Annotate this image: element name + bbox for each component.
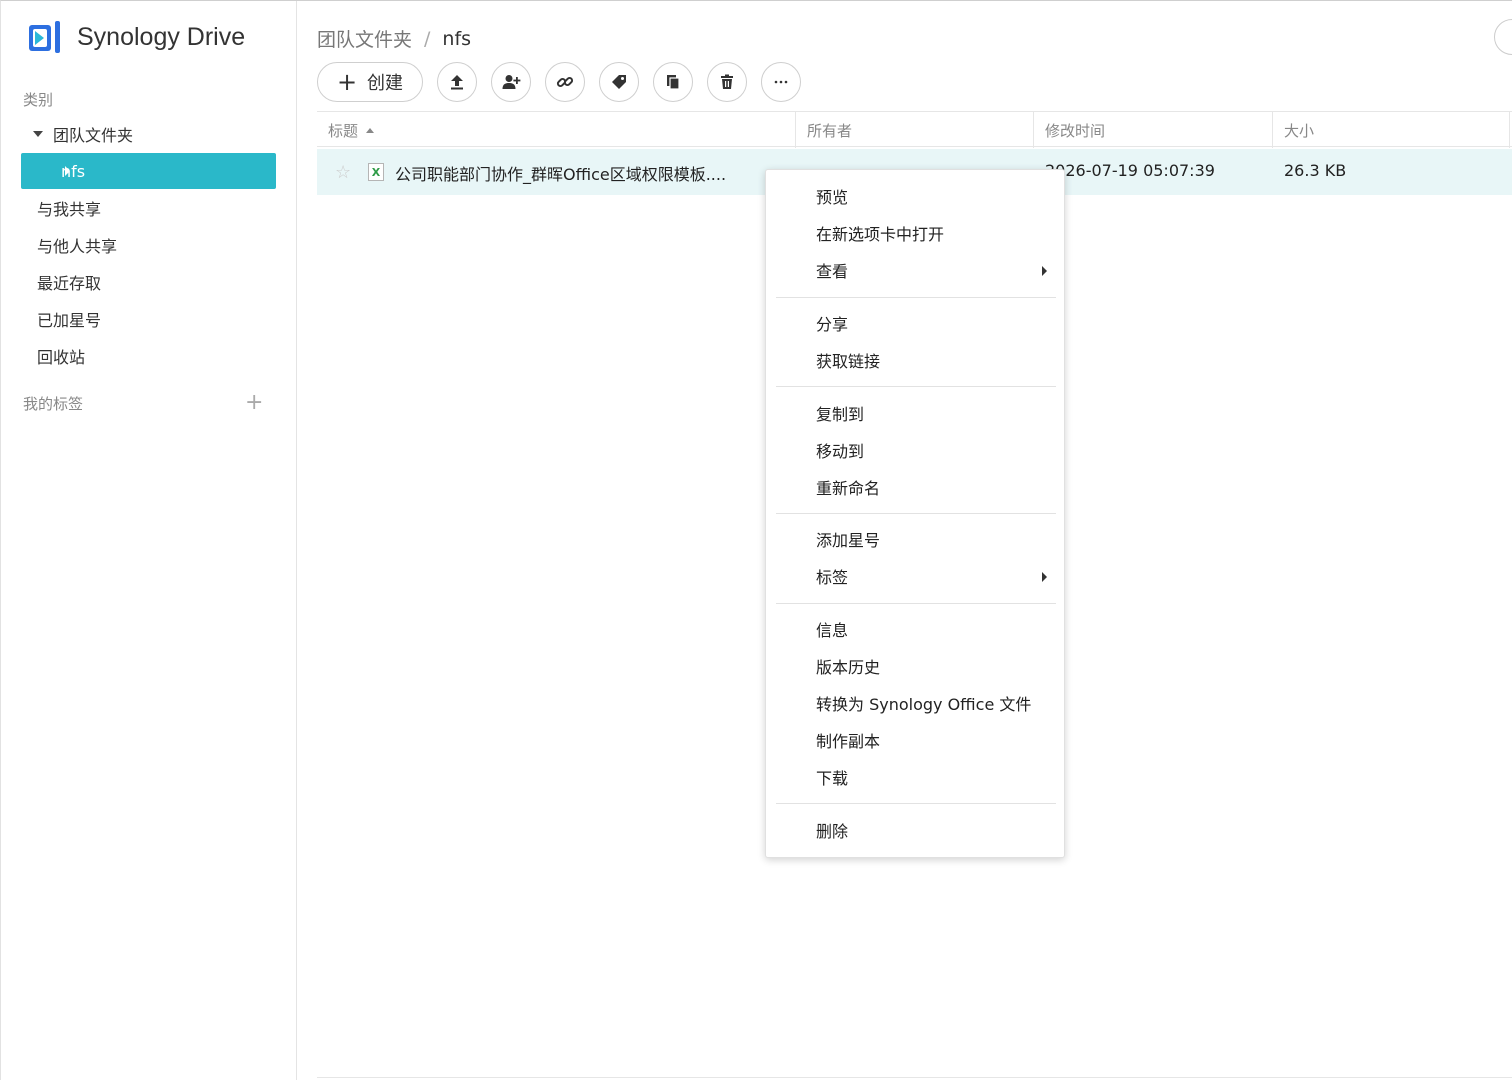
add-tag-button[interactable]: + xyxy=(245,392,263,414)
menu-item-add-star[interactable]: 添加星号 xyxy=(816,525,880,553)
tag-button[interactable] xyxy=(599,62,639,102)
tag-icon xyxy=(612,75,626,89)
sidebar-item-team-folder[interactable]: 团队文件夹 xyxy=(21,116,276,152)
create-button[interactable]: + 创建 xyxy=(317,62,423,102)
menu-divider xyxy=(776,297,1056,298)
sidebar-item-recycle-bin[interactable]: 回收站 xyxy=(21,338,276,374)
sidebar-item-recent[interactable]: 最近存取 xyxy=(21,264,276,300)
sidebar-item-label: 与我共享 xyxy=(37,200,102,219)
synology-drive-logo-icon xyxy=(25,19,65,55)
menu-item-download[interactable]: 下载 xyxy=(816,763,848,791)
expand-caret-icon[interactable] xyxy=(33,131,43,137)
submenu-arrow-icon xyxy=(1042,266,1047,276)
menu-item-labels[interactable]: 标签 xyxy=(816,562,848,590)
menu-divider xyxy=(776,603,1056,604)
add-user-icon xyxy=(502,75,521,89)
sidebar-item-shared-with-others[interactable]: 与他人共享 xyxy=(21,227,276,263)
category-label: 类别 xyxy=(23,91,54,109)
column-header-modified[interactable]: 修改时间 xyxy=(1034,112,1273,148)
column-header-title[interactable]: 标题 xyxy=(317,112,796,148)
sidebar-item-label: 最近存取 xyxy=(37,274,102,293)
breadcrumb: 团队文件夹 / nfs xyxy=(317,25,471,52)
file-size: 26.3 KB xyxy=(1284,161,1347,180)
table-bottom-divider xyxy=(317,1077,1512,1078)
column-header-owner[interactable]: 所有者 xyxy=(796,112,1034,148)
toolbar: + 创建 xyxy=(317,62,815,102)
menu-item-make-copy[interactable]: 制作副本 xyxy=(816,726,880,754)
excel-file-icon: X xyxy=(368,163,384,181)
breadcrumb-current: nfs xyxy=(442,27,472,50)
breadcrumb-parent[interactable]: 团队文件夹 xyxy=(317,25,412,52)
upload-button[interactable] xyxy=(437,62,477,102)
menu-item-get-link[interactable]: 获取链接 xyxy=(816,346,880,374)
sidebar-item-label: 已加星号 xyxy=(37,311,102,330)
more-actions-button[interactable] xyxy=(761,62,801,102)
submenu-arrow-icon xyxy=(1042,572,1047,582)
file-modified: 2026-07-19 05:07:39 xyxy=(1045,161,1215,180)
sidebar-item-label: 与他人共享 xyxy=(37,237,118,256)
file-name: 公司职能部门协作_群晖Office区域权限模板.... xyxy=(395,165,727,184)
sidebar-item-nfs[interactable]: nfs xyxy=(21,153,276,189)
menu-item-info[interactable]: 信息 xyxy=(816,615,848,643)
menu-item-open-new-tab[interactable]: 在新选项卡中打开 xyxy=(816,219,944,247)
menu-item-convert-office[interactable]: 转换为 Synology Office 文件 xyxy=(816,689,1031,717)
menu-item-view[interactable]: 查看 xyxy=(816,256,848,284)
get-link-button[interactable] xyxy=(545,62,585,102)
sidebar-item-starred[interactable]: 已加星号 xyxy=(21,301,276,337)
upload-icon xyxy=(451,75,463,90)
context-menu: 预览 在新选项卡中打开 查看 分享 获取链接 复制到 移动到 重新命名 添加星号… xyxy=(765,169,1065,858)
sidebar-item-label: 团队文件夹 xyxy=(53,126,134,145)
column-label: 修改时间 xyxy=(1045,121,1106,140)
sidebar-item-label: 回收站 xyxy=(37,348,86,367)
link-icon xyxy=(556,76,574,88)
app-window: Synology Drive 类别 团队文件夹 nfs 与我共享 与他人共享 最… xyxy=(0,0,1512,1080)
brand: Synology Drive xyxy=(25,19,245,55)
trash-icon xyxy=(721,74,733,89)
sort-ascending-icon xyxy=(366,127,375,133)
create-label: 创建 xyxy=(367,73,404,94)
menu-divider xyxy=(776,513,1056,514)
share-user-button[interactable] xyxy=(491,62,531,102)
menu-divider xyxy=(776,386,1056,387)
user-avatar-button[interactable] xyxy=(1494,19,1512,55)
menu-item-copy-to[interactable]: 复制到 xyxy=(816,399,864,427)
more-horizontal-icon xyxy=(774,80,788,84)
app-name: Synology Drive xyxy=(77,22,246,51)
menu-item-share[interactable]: 分享 xyxy=(816,309,848,337)
star-icon[interactable]: ☆ xyxy=(335,162,351,183)
column-label: 所有者 xyxy=(807,121,853,140)
menu-item-move-to[interactable]: 移动到 xyxy=(816,436,864,464)
table-header: 标题 所有者 修改时间 大小 xyxy=(317,111,1512,148)
menu-item-version-history[interactable]: 版本历史 xyxy=(816,652,880,680)
sidebar: Synology Drive 类别 团队文件夹 nfs 与我共享 与他人共享 最… xyxy=(1,1,297,1080)
breadcrumb-separator: / xyxy=(424,27,431,50)
sidebar-item-shared-with-me[interactable]: 与我共享 xyxy=(21,190,276,226)
copy-button[interactable] xyxy=(653,62,693,102)
copy-icon xyxy=(667,75,680,90)
menu-item-delete[interactable]: 删除 xyxy=(816,816,848,844)
column-header-size[interactable]: 大小 xyxy=(1273,112,1510,148)
plus-icon: + xyxy=(336,68,358,96)
delete-button[interactable] xyxy=(707,62,747,102)
menu-item-preview[interactable]: 预览 xyxy=(816,182,848,210)
column-label: 大小 xyxy=(1284,121,1315,140)
menu-item-rename[interactable]: 重新命名 xyxy=(816,473,880,501)
column-label: 标题 xyxy=(328,121,359,140)
menu-divider xyxy=(776,803,1056,804)
collapse-caret-icon[interactable] xyxy=(65,166,70,176)
my-tags-label: 我的标签 xyxy=(23,395,84,413)
